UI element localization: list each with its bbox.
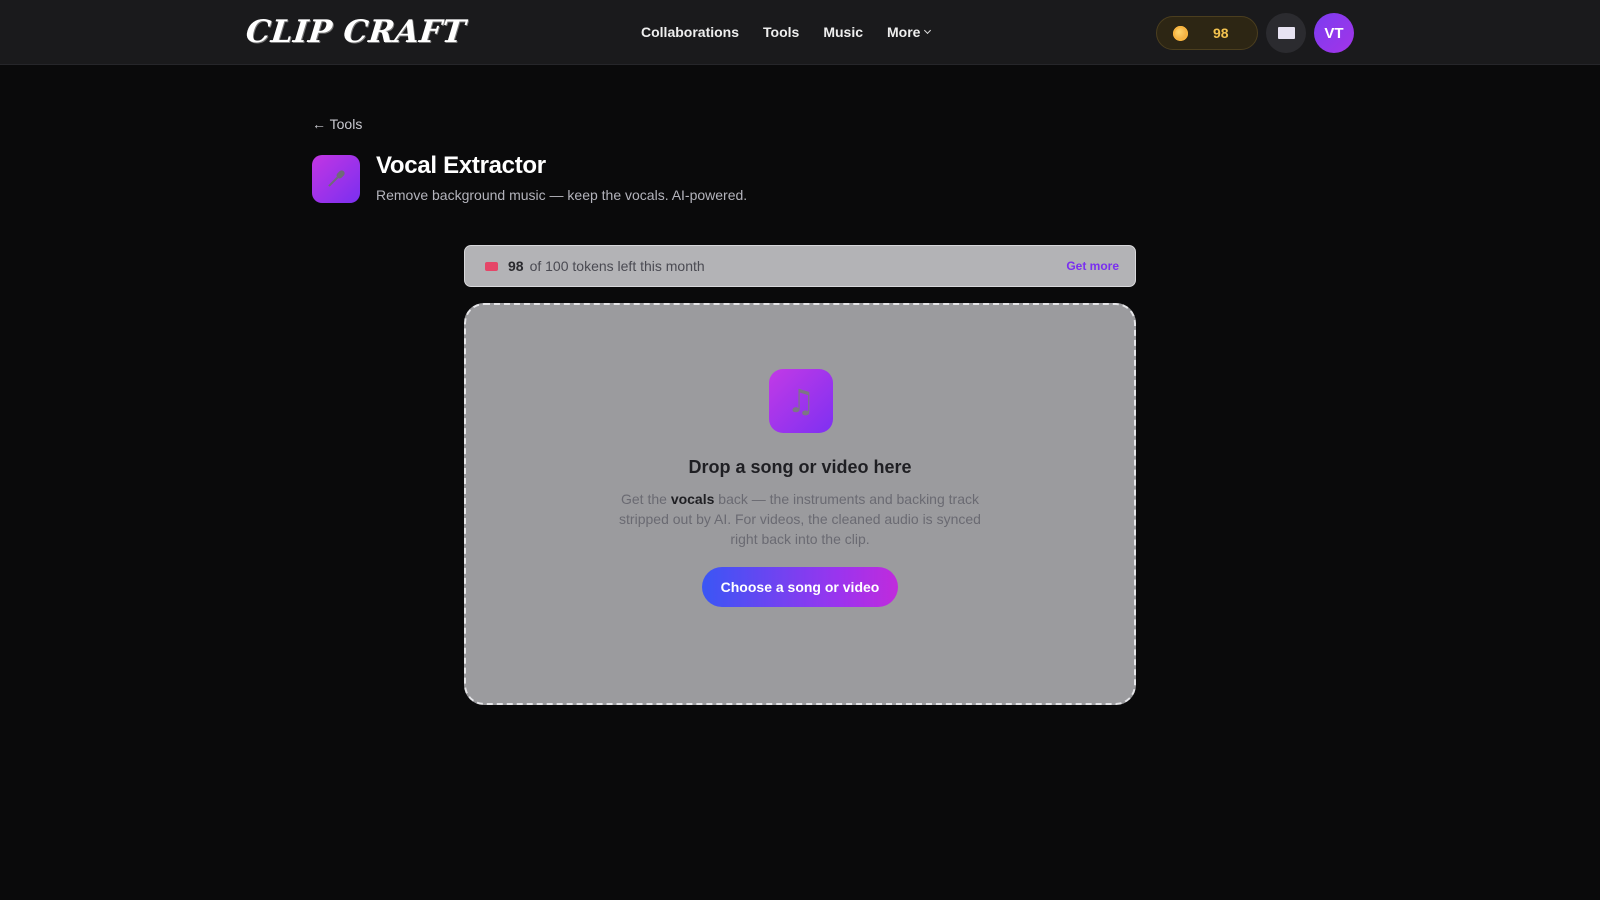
nav-collaborations[interactable]: Collaborations [641, 21, 739, 43]
back-to-tools-link[interactable]: ← Tools [312, 116, 362, 132]
nav-more-dropdown[interactable]: More [887, 21, 932, 43]
microphone-icon [312, 155, 360, 203]
top-navbar: CLIP CRAFT Collaborations Tools Music Mo… [0, 0, 1600, 65]
user-avatar[interactable]: VT [1314, 13, 1354, 53]
dropzone-description: Get the vocals back — the instruments an… [612, 489, 988, 549]
token-usage-bar: 98 of 100 tokens left this month Get mor… [464, 245, 1136, 287]
coin-balance-pill[interactable]: 98 [1156, 16, 1258, 50]
nav-tools-label: Tools [763, 24, 800, 40]
tokens-label: of 100 tokens left this month [529, 258, 705, 274]
nav-music[interactable]: Music [823, 21, 863, 43]
inbox-button[interactable] [1266, 13, 1306, 53]
envelope-icon [1277, 27, 1295, 39]
coin-icon [1173, 25, 1188, 41]
coin-balance: 98 [1213, 25, 1229, 41]
nav-more-label: More [887, 24, 921, 40]
tokens-remaining: 98 [508, 258, 524, 274]
file-dropzone[interactable]: ♫ Drop a song or video here Get the voca… [464, 303, 1136, 705]
get-more-tokens-link[interactable]: Get more [1066, 259, 1119, 273]
ticket-icon [485, 261, 498, 271]
music-note-glyph: ♫ [786, 382, 816, 420]
dropzone-title: Drop a song or video here [688, 457, 912, 477]
main-nav: Collaborations Tools Music More [641, 21, 932, 43]
clipcraft-logo[interactable]: CLIP CRAFT [244, 12, 468, 52]
page-subtitle: Remove background music — keep the vocal… [376, 187, 748, 203]
choose-file-button[interactable]: Choose a song or video [702, 567, 898, 607]
chevron-down-icon [924, 26, 932, 35]
music-note-icon: ♫ [769, 369, 833, 433]
nav-music-label: Music [823, 24, 863, 40]
page-title: Vocal Extractor [376, 152, 546, 179]
nav-collaborations-label: Collaborations [641, 24, 740, 40]
nav-tools[interactable]: Tools [763, 21, 799, 43]
dropzone-desc-start: Get the [621, 491, 671, 507]
dropzone-desc-bold: vocals [670, 491, 715, 507]
logo-text: CLIP CRAFT [244, 14, 468, 50]
